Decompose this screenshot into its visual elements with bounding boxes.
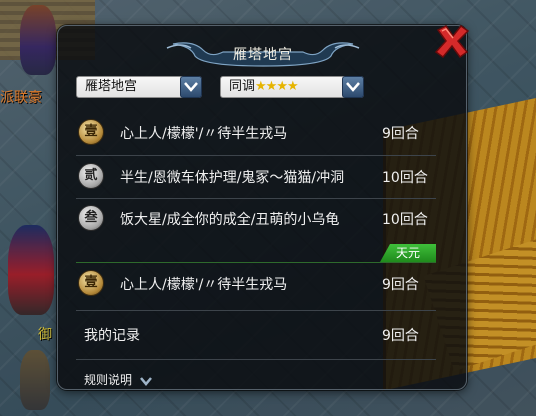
dungeon-select-value: 雁塔地宫	[85, 79, 138, 94]
chevron-down-icon	[139, 376, 152, 386]
difficulty-stars: ★★★★	[255, 79, 299, 94]
round-count: 9回合	[382, 328, 419, 344]
dungeon-select[interactable]: 雁塔地宫	[76, 76, 202, 98]
divider	[76, 359, 436, 360]
panel-title: 雁塔地宫	[233, 47, 293, 63]
rules-toggle[interactable]: 规则说明	[84, 371, 152, 388]
rules-label: 规则说明	[84, 373, 133, 387]
chevron-down-icon	[184, 82, 198, 92]
close-button[interactable]	[432, 22, 472, 62]
server-best-row[interactable]: 壹 心上人/檬檬'/〃待半生戎马 9回合	[76, 268, 448, 304]
server-tag: 天元	[380, 244, 436, 262]
team-names: 心上人/檬檬'/〃待半生戎马	[120, 126, 288, 142]
rank-3-badge-icon: 叁	[78, 205, 104, 231]
ranking-row-1[interactable]: 壹 心上人/檬檬'/〃待半生戎马 9回合	[76, 117, 448, 153]
round-count: 9回合	[382, 277, 419, 293]
difficulty-select-label: 同调	[229, 79, 256, 94]
my-record-label: 我的记录	[84, 328, 140, 344]
divider	[76, 262, 436, 263]
chevron-down-icon	[346, 82, 360, 92]
round-count: 10回合	[382, 212, 428, 228]
dropdown-arrow-button[interactable]	[180, 76, 202, 98]
my-record-row: 我的记录 9回合	[76, 319, 448, 355]
divider	[76, 198, 436, 199]
rank-1-badge-icon: 壹	[78, 119, 104, 145]
rank-2-badge-icon: 贰	[78, 163, 104, 189]
ranking-row-3[interactable]: 叁 饭大星/成全你的成全/丑萌的小乌龟 10回合	[76, 203, 448, 239]
close-x-icon	[434, 24, 470, 59]
round-count: 9回合	[382, 126, 419, 142]
team-names: 心上人/檬檬'/〃待半生戎马	[120, 277, 288, 293]
dropdown-arrow-button[interactable]	[342, 76, 364, 98]
team-names: 半生/恩微车体护理/鬼冢〜猫猫/冲洞	[120, 170, 345, 186]
dungeon-ranking-panel: 雁塔地宫 雁塔地宫 同调★★★★ 壹 心上人/檬檬'/〃待半生戎马 9回合 贰 …	[57, 24, 470, 390]
ranking-row-2[interactable]: 贰 半生/恩微车体护理/鬼冢〜猫猫/冲洞 10回合	[76, 161, 448, 197]
difficulty-select[interactable]: 同调★★★★	[220, 76, 364, 98]
team-names: 饭大星/成全你的成全/丑萌的小乌龟	[120, 212, 340, 228]
rank-1-badge-icon: 壹	[78, 270, 104, 296]
title-plate: 雁塔地宫	[163, 38, 363, 68]
divider	[76, 155, 436, 156]
divider	[76, 310, 436, 311]
round-count: 10回合	[382, 170, 428, 186]
